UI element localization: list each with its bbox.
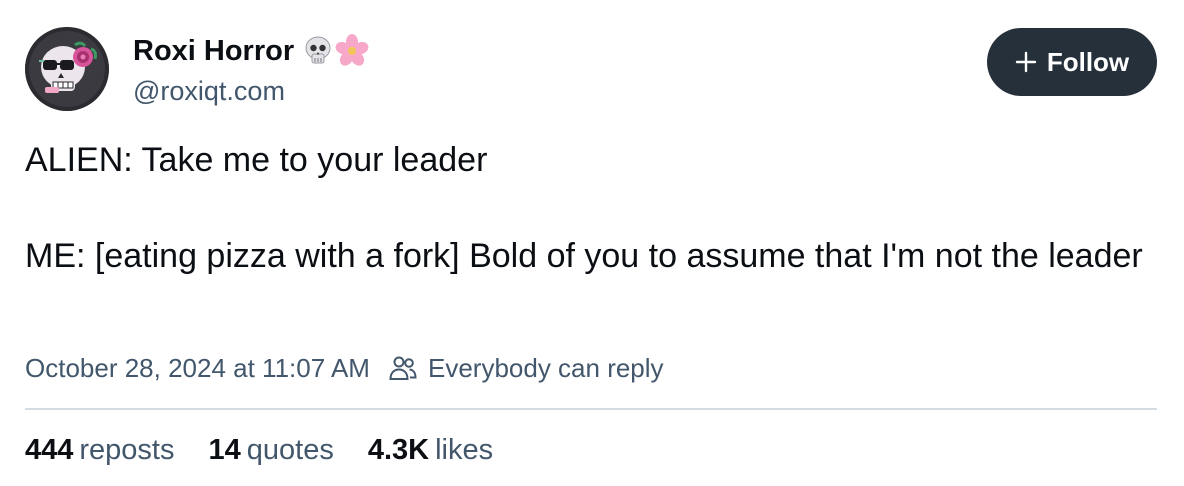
post-meta: October 28, 2024 at 11:07 AM Everybody c…	[25, 350, 664, 386]
author-display-name-row[interactable]: Roxi Horror	[133, 31, 370, 71]
people-icon	[388, 353, 418, 383]
quotes-count: 14	[208, 434, 241, 466]
skull-icon	[305, 36, 331, 64]
avatar[interactable]	[25, 27, 109, 111]
quotes-label: quotes	[246, 434, 334, 466]
reposts-count: 444	[25, 434, 74, 466]
plus-icon	[1015, 51, 1037, 73]
quotes-stat[interactable]: 14 quotes	[209, 430, 334, 470]
follow-button[interactable]: Follow	[987, 28, 1157, 96]
post-paragraph: ME: [eating pizza with a fork] Bold of y…	[25, 237, 1143, 275]
post-timestamp[interactable]: October 28, 2024 at 11:07 AM	[25, 350, 370, 386]
likes-stat[interactable]: 4.3K likes	[368, 430, 493, 470]
reposts-label: reposts	[79, 434, 175, 466]
post-paragraph: ALIEN: Take me to your leader	[25, 141, 488, 179]
follow-button-label: Follow	[1046, 46, 1130, 77]
cherry-blossom-icon	[335, 34, 369, 66]
reply-setting-label: Everybody can reply	[427, 353, 664, 383]
skull-avatar-icon	[25, 27, 109, 111]
post-text: ALIEN: Take me to your leader ME: [eatin…	[25, 136, 1155, 280]
post-stats: 444 reposts 14 quotes 4.3K likes	[25, 430, 527, 470]
likes-count: 4.3K	[367, 434, 430, 466]
author-handle[interactable]: @roxiqt.com	[133, 73, 370, 109]
post-card: Roxi Horror @roxiqt.com Follow ALIEN: Ta…	[0, 0, 1184, 486]
name-emojis	[302, 34, 370, 68]
post-header: Roxi Horror @roxiqt.com Follow	[25, 27, 1157, 113]
reply-setting[interactable]: Everybody can reply	[388, 350, 664, 386]
likes-label: likes	[435, 434, 494, 466]
divider	[25, 408, 1157, 410]
author-info: Roxi Horror @roxiqt.com	[133, 31, 370, 109]
author-display-name[interactable]: Roxi Horror	[133, 31, 294, 71]
reposts-stat[interactable]: 444 reposts	[25, 430, 175, 470]
